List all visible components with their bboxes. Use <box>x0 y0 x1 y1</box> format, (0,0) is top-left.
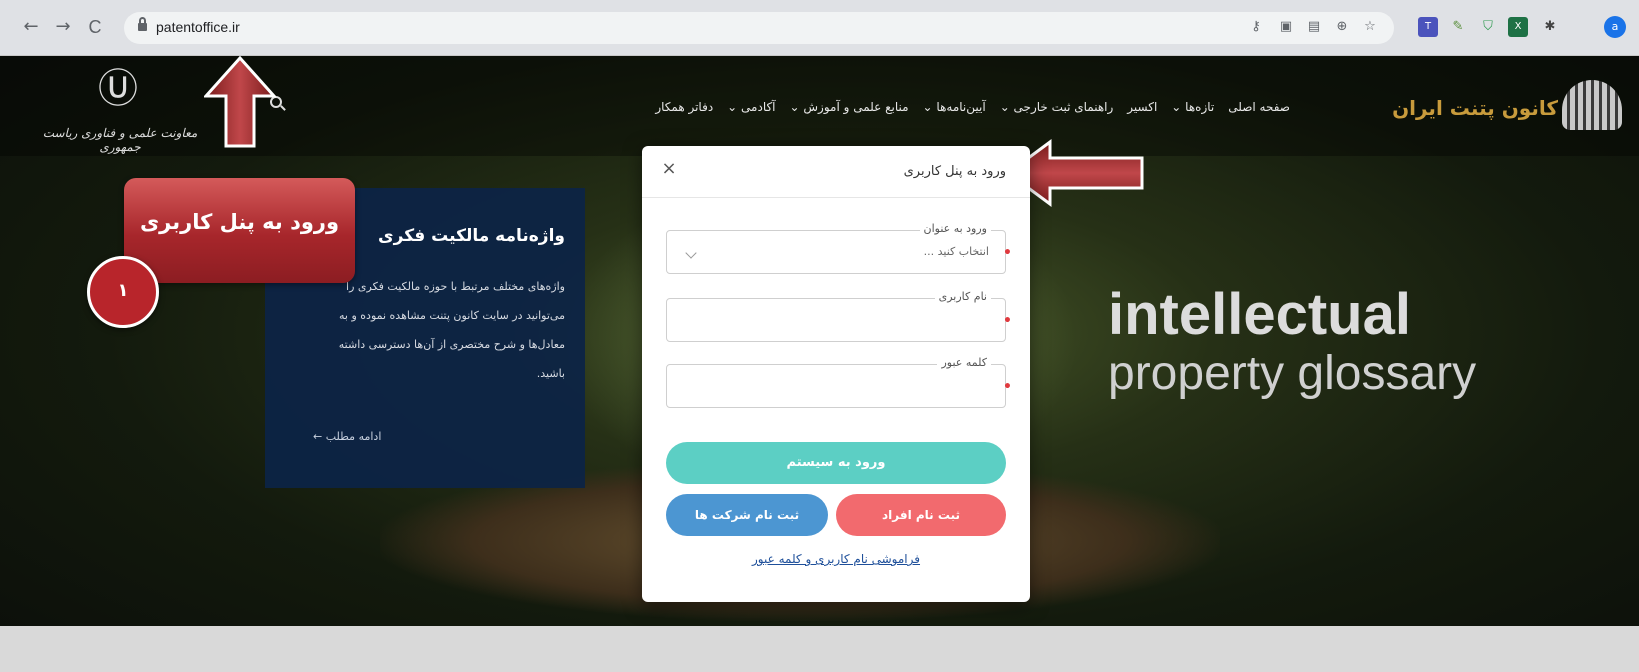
required-mark: • <box>1003 379 1012 395</box>
brand-name[interactable]: کانون پتنت ایران <box>1372 96 1558 120</box>
menu-item-elixir[interactable]: اکسیر <box>1127 100 1157 114</box>
emblem-caption: معاونت علمی و فناوری ریاست جمهوری <box>42 126 198 154</box>
zoom-icon[interactable]: ⊕ <box>1332 17 1352 37</box>
username-field[interactable]: نام کاربری • <box>666 290 1012 342</box>
address-bar[interactable]: patentoffice.ir ⚷ ▣ ▤ ⊕ ☆ <box>124 12 1394 44</box>
menu-item-regulations[interactable]: آیین‌نامه‌ها ⌄ <box>923 100 986 114</box>
hero-title-line1: intellectual <box>1108 282 1411 347</box>
login-modal: ورود به پنل کاربری × ورود به عنوان • انت… <box>642 146 1030 602</box>
menu-item-home[interactable]: صفحه اصلی <box>1228 100 1290 114</box>
register-company-button[interactable]: ثبت نام شرکت ها <box>666 494 828 536</box>
menu-item-news[interactable]: تازه‌ها ⌄ <box>1171 100 1214 114</box>
arrow-up-annotation <box>204 56 276 148</box>
step-badge: ۱ <box>87 256 159 328</box>
username-label: نام کاربری <box>934 290 991 303</box>
step-badge-number: ۱ <box>117 280 129 301</box>
chevron-down-icon[interactable] <box>685 247 697 259</box>
browser-toolbar: ← → C patentoffice.ir ⚷ ▣ ▤ ⊕ ☆ T ✎ ⛉ X … <box>0 0 1639 56</box>
modal-header: ورود به پنل کاربری × <box>642 146 1030 198</box>
close-icon[interactable]: × <box>660 160 678 178</box>
info-box-body: واژه‌های مختلف مرتبط با حوزه مالکیت فکری… <box>338 280 565 380</box>
login-button[interactable]: ورود به سیستم <box>666 442 1006 484</box>
excel-ext-icon[interactable]: X <box>1508 17 1528 37</box>
reload-icon[interactable]: C <box>84 16 106 38</box>
modal-title: ورود به پنل کاربری <box>903 164 1006 179</box>
iran-emblem-icon: Ⓤ <box>98 66 138 112</box>
menu-item-partner-offices[interactable]: دفاتر همکار <box>655 100 713 114</box>
lock-icon[interactable] <box>138 17 147 32</box>
menu-item-resources[interactable]: منابع علمی و آموزش ⌄ <box>790 100 909 114</box>
role-label: ورود به عنوان <box>919 222 991 235</box>
main-menu: صفحه اصلی تازه‌ها ⌄ اکسیر راهنمای ثبت خا… <box>430 100 1290 114</box>
menu-item-academy[interactable]: آکادمی ⌄ <box>727 100 775 114</box>
register-person-button[interactable]: ثبت نام افراد <box>836 494 1006 536</box>
role-select[interactable]: ورود به عنوان • انتخاب کنید ... <box>666 222 1012 274</box>
back-icon[interactable]: ← <box>20 16 42 38</box>
callout-user-panel: ورود به پنل کاربری <box>124 178 355 283</box>
puzzle-icon[interactable]: ✱ <box>1540 17 1560 37</box>
footer-band <box>0 626 1639 672</box>
teams-ext-icon[interactable]: T <box>1418 17 1438 37</box>
url-text[interactable]: patentoffice.ir <box>156 19 240 35</box>
password-field[interactable]: کلمه عبور • <box>666 356 1012 408</box>
menu-item-foreign-guide[interactable]: راهنمای ثبت خارجی ⌄ <box>1000 100 1114 114</box>
required-mark: • <box>1003 245 1012 261</box>
forgot-credentials-link[interactable]: فراموشی نام کاربری و کلمه عبور <box>642 552 1030 566</box>
role-select-value[interactable]: انتخاب کنید ... <box>924 245 989 258</box>
star-icon[interactable]: ☆ <box>1360 17 1380 37</box>
key-icon[interactable]: ⚷ <box>1246 17 1266 37</box>
required-mark: • <box>1003 313 1012 329</box>
screen-icon[interactable]: ▣ <box>1276 17 1296 37</box>
translate-icon[interactable]: ▤ <box>1304 17 1324 37</box>
callout-text: ورود به پنل کاربری <box>139 210 340 234</box>
password-label: کلمه عبور <box>937 356 991 369</box>
shield-ext-icon[interactable]: ⛉ <box>1478 17 1498 37</box>
hero-title-line2: property glossary <box>1108 347 1477 400</box>
pen-ext-icon[interactable]: ✎ <box>1448 17 1468 37</box>
forward-icon[interactable]: → <box>52 16 74 38</box>
profile-avatar[interactable]: a <box>1604 16 1626 38</box>
shell-logo-icon[interactable] <box>1562 80 1622 130</box>
read-more-link[interactable]: ادامه مطلب ← <box>313 430 381 443</box>
